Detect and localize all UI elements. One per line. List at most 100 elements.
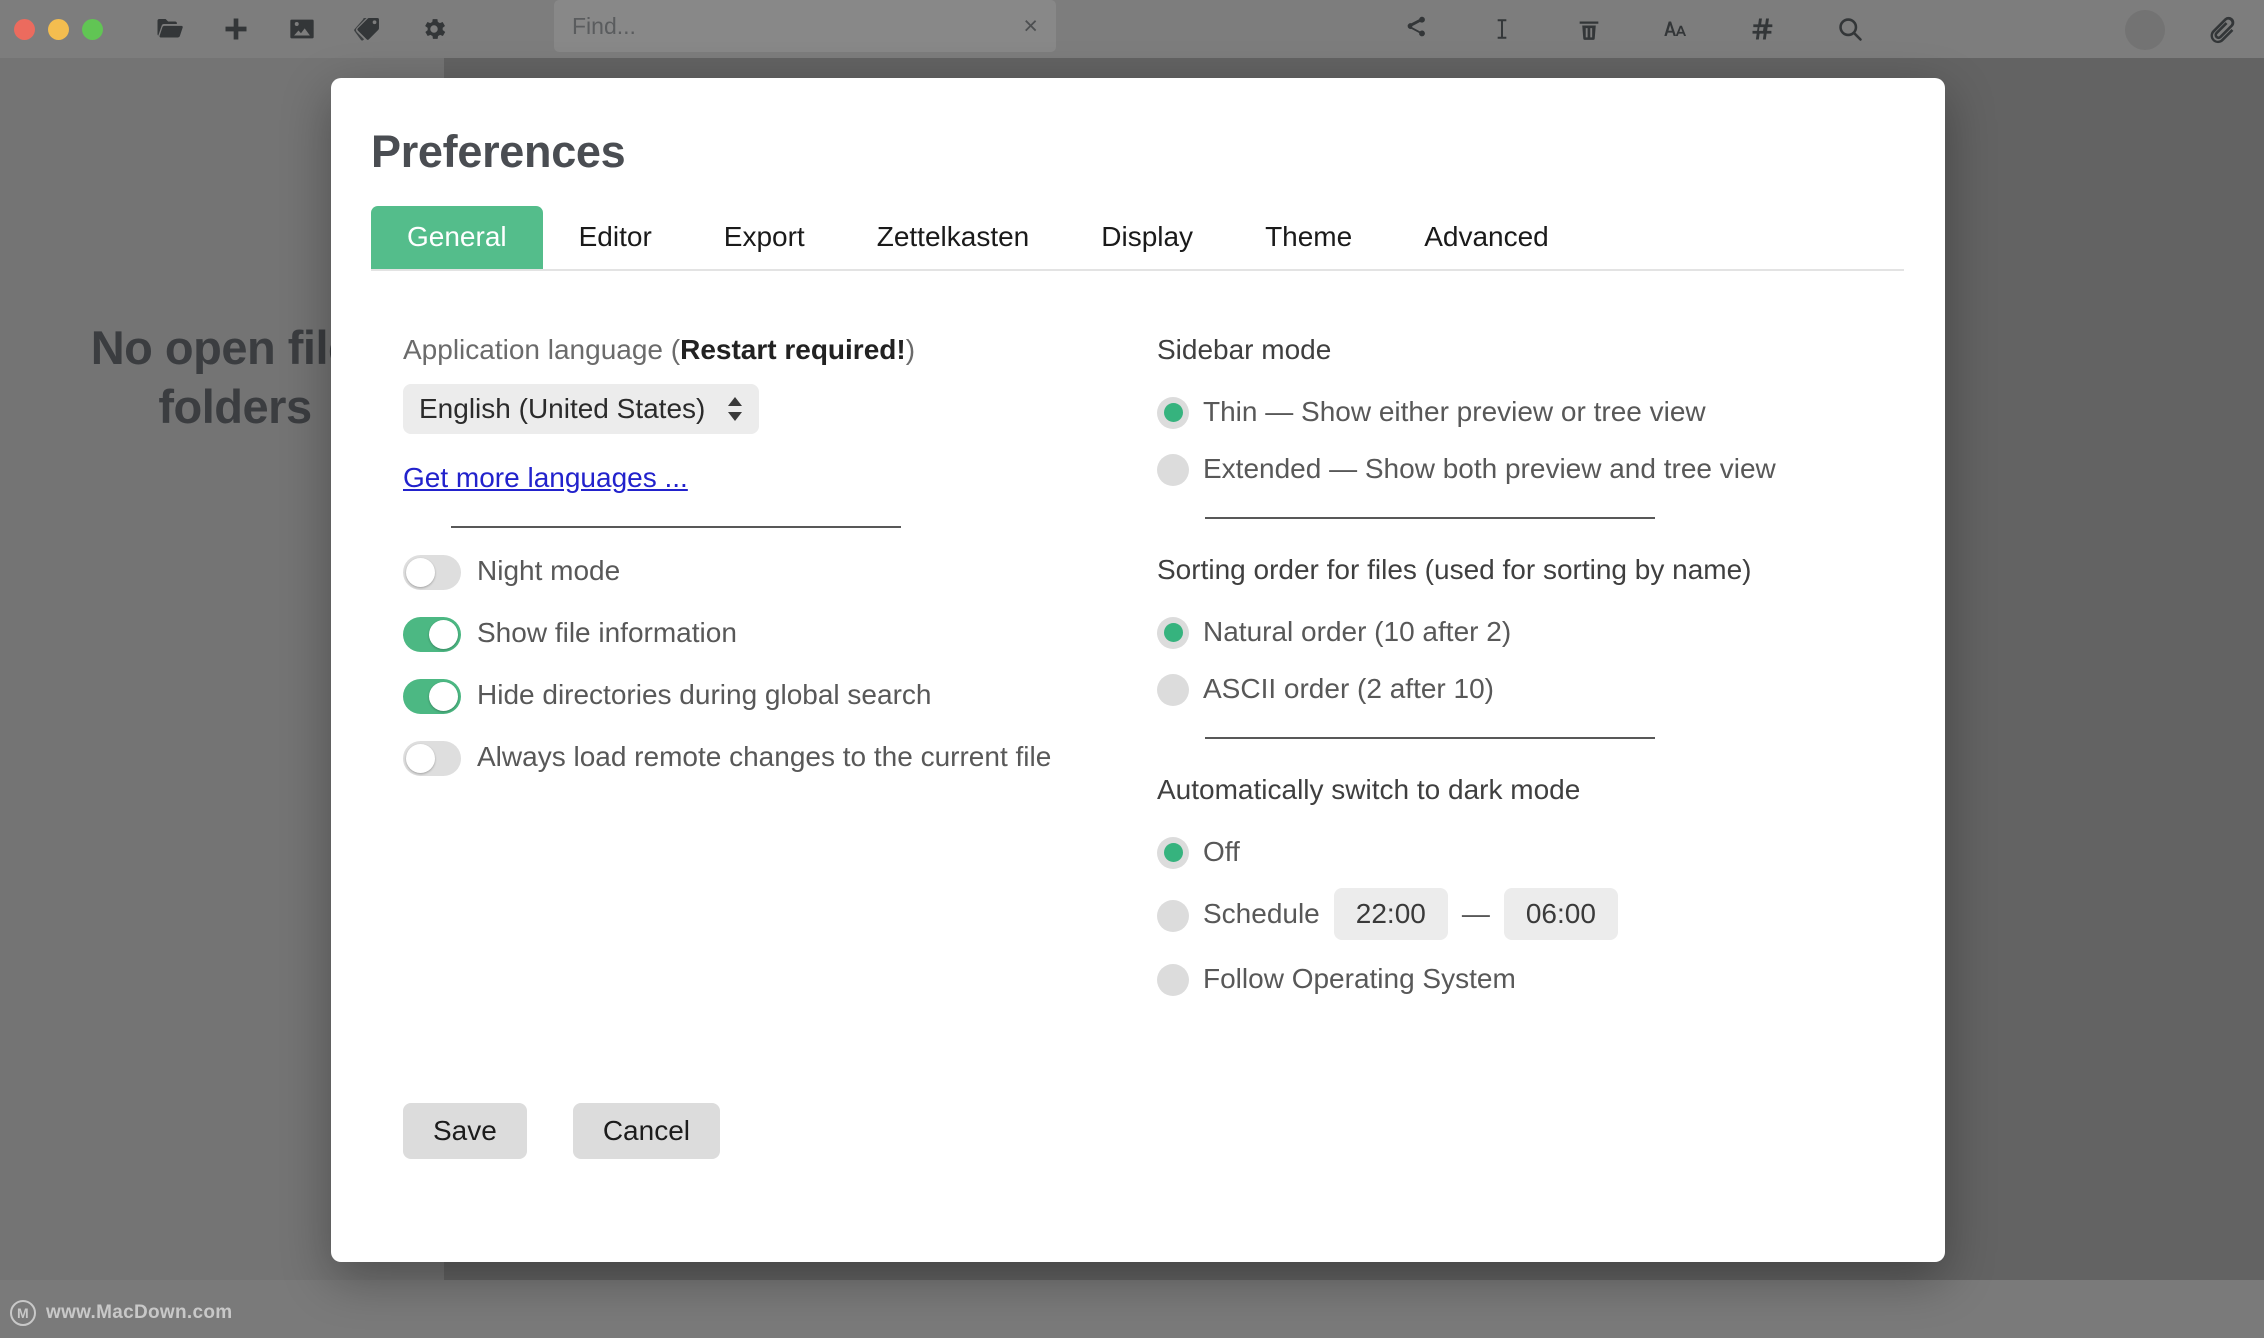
show-file-information-label: Show file information bbox=[477, 616, 737, 648]
sidebar-mode-thin-radio[interactable] bbox=[1157, 396, 1189, 429]
ascii-order-label: ASCII order (2 after 10) bbox=[1203, 672, 1495, 704]
find-input-placeholder: Find... bbox=[572, 12, 636, 39]
dark-mode-schedule-radio[interactable] bbox=[1157, 899, 1189, 932]
search-icon[interactable] bbox=[1835, 14, 1865, 44]
radio-dot bbox=[1163, 843, 1183, 863]
radio-dot bbox=[1163, 623, 1183, 643]
toggle-knob bbox=[406, 557, 435, 587]
share-icon[interactable] bbox=[1400, 14, 1430, 44]
tab-general[interactable]: General bbox=[371, 206, 543, 269]
hashtag-icon[interactable] bbox=[1748, 14, 1778, 44]
watermark-text: www.MacDown.com bbox=[46, 1302, 233, 1323]
close-icon[interactable]: × bbox=[1023, 13, 1038, 39]
show-file-information-toggle[interactable] bbox=[403, 616, 461, 652]
night-mode-toggle[interactable] bbox=[403, 554, 461, 590]
dark-mode-off-radio[interactable] bbox=[1157, 836, 1189, 869]
dark-mode-follow-os-label: Follow Operating System bbox=[1203, 962, 1516, 994]
macdown-logo-icon: M bbox=[10, 1300, 36, 1326]
divider bbox=[451, 525, 901, 528]
font-size-icon[interactable] bbox=[1661, 14, 1691, 44]
toggle-row-hide-directories[interactable]: Hide directories during global search bbox=[403, 676, 1133, 714]
divider bbox=[1205, 517, 1655, 520]
tab-zettelkasten[interactable]: Zettelkasten bbox=[841, 206, 1066, 269]
radio-row-dark-mode-follow-os[interactable]: Follow Operating System bbox=[1157, 960, 1893, 997]
chevron-updown-icon bbox=[727, 396, 743, 421]
dark-mode-schedule-label: Schedule bbox=[1203, 898, 1320, 930]
preferences-content: Application language (Restart required!)… bbox=[371, 333, 1905, 997]
trash-icon[interactable] bbox=[1574, 14, 1604, 44]
toggle-row-show-file-information[interactable]: Show file information bbox=[403, 614, 1133, 652]
application-window: Find... × No open files folders M www.Ma… bbox=[0, 0, 2264, 1338]
dark-mode-off-label: Off bbox=[1203, 835, 1240, 867]
radio-row-dark-mode-schedule[interactable]: Schedule 22:00 — 06:00 bbox=[1157, 887, 1893, 940]
dialog-footer: Save Cancel bbox=[403, 1103, 720, 1159]
always-load-remote-toggle[interactable] bbox=[403, 740, 461, 776]
minimize-window-button[interactable] bbox=[48, 18, 69, 40]
window-controls bbox=[14, 18, 103, 40]
schedule-start-input[interactable]: 22:00 bbox=[1333, 887, 1448, 940]
sorting-order-heading: Sorting order for files (used for sortin… bbox=[1157, 554, 1752, 586]
always-load-remote-label: Always load remote changes to the curren… bbox=[477, 740, 1052, 772]
dark-mode-heading: Automatically switch to dark mode bbox=[1157, 774, 1581, 806]
toggle-row-night-mode[interactable]: Night mode bbox=[403, 552, 1133, 590]
application-language-label-suffix: ) bbox=[905, 334, 916, 365]
close-window-button[interactable] bbox=[14, 18, 35, 40]
radio-row-dark-mode-off[interactable]: Off bbox=[1157, 833, 1893, 870]
general-left-column: Application language (Restart required!)… bbox=[371, 333, 1133, 997]
application-language-select[interactable]: English (United States) bbox=[403, 383, 760, 434]
radio-dot bbox=[1164, 970, 1183, 989]
hide-directories-label: Hide directories during global search bbox=[477, 678, 932, 710]
folder-open-icon[interactable] bbox=[155, 14, 185, 44]
radio-dot bbox=[1164, 906, 1183, 925]
tab-advanced[interactable]: Advanced bbox=[1388, 206, 1585, 269]
cancel-button[interactable]: Cancel bbox=[572, 1103, 720, 1159]
preferences-dialog: Preferences General Editor Export Zettel… bbox=[331, 78, 1945, 1262]
sidebar-mode-extended-radio[interactable] bbox=[1157, 453, 1189, 486]
schedule-separator: — bbox=[1461, 897, 1490, 929]
natural-order-label: Natural order (10 after 2) bbox=[1203, 615, 1512, 647]
toggle-knob bbox=[406, 743, 435, 773]
text-cursor-icon[interactable] bbox=[1487, 14, 1517, 44]
sidebar-mode-thin-label: Thin — Show either preview or tree view bbox=[1203, 395, 1706, 427]
application-language-label-prefix: Application language ( bbox=[403, 334, 681, 365]
sidebar-mode-heading: Sidebar mode bbox=[1157, 334, 1332, 365]
toggle-knob bbox=[429, 619, 458, 649]
ascii-order-radio[interactable] bbox=[1157, 673, 1189, 706]
restart-required-note: Restart required! bbox=[680, 334, 906, 365]
application-language-value: English (United States) bbox=[419, 392, 706, 424]
natural-order-radio[interactable] bbox=[1157, 616, 1189, 649]
tag-icon[interactable] bbox=[353, 14, 383, 44]
hide-directories-toggle[interactable] bbox=[403, 678, 461, 714]
maximize-window-button[interactable] bbox=[82, 18, 103, 40]
radio-row-ascii-order[interactable]: ASCII order (2 after 10) bbox=[1157, 670, 1893, 707]
paperclip-icon[interactable] bbox=[2206, 13, 2238, 45]
find-input[interactable]: Find... × bbox=[554, 0, 1056, 52]
night-mode-label: Night mode bbox=[477, 554, 621, 586]
save-button[interactable]: Save bbox=[403, 1103, 527, 1159]
application-language-label: Application language (Restart required!) bbox=[403, 333, 1133, 367]
sidebar-mode-extended-label: Extended — Show both preview and tree vi… bbox=[1203, 452, 1776, 484]
gear-icon[interactable] bbox=[419, 14, 449, 44]
radio-dot bbox=[1164, 460, 1183, 479]
radio-dot bbox=[1164, 680, 1183, 699]
dark-mode-follow-os-radio[interactable] bbox=[1157, 963, 1189, 996]
plus-icon[interactable] bbox=[221, 14, 251, 44]
tab-editor[interactable]: Editor bbox=[543, 206, 688, 269]
toggle-row-always-load-remote[interactable]: Always load remote changes to the curren… bbox=[403, 738, 1133, 776]
schedule-end-input[interactable]: 06:00 bbox=[1503, 887, 1618, 940]
image-icon[interactable] bbox=[287, 14, 317, 44]
tab-theme[interactable]: Theme bbox=[1229, 206, 1388, 269]
tab-display[interactable]: Display bbox=[1065, 206, 1229, 269]
watermark: M www.MacDown.com bbox=[10, 1300, 232, 1326]
tab-export[interactable]: Export bbox=[688, 206, 841, 269]
avatar[interactable] bbox=[2125, 10, 2165, 50]
preferences-tablist: General Editor Export Zettelkasten Displ… bbox=[371, 206, 1904, 271]
radio-row-natural-order[interactable]: Natural order (10 after 2) bbox=[1157, 613, 1893, 650]
radio-dot bbox=[1163, 403, 1183, 423]
page-title: Preferences bbox=[371, 126, 626, 177]
general-right-column: Sidebar mode Thin — Show either preview … bbox=[1133, 333, 1893, 997]
toolbar-left-group bbox=[155, 14, 449, 44]
radio-row-sidebar-thin[interactable]: Thin — Show either preview or tree view bbox=[1157, 393, 1893, 430]
get-more-languages-link[interactable]: Get more languages ... bbox=[403, 462, 1133, 494]
radio-row-sidebar-extended[interactable]: Extended — Show both preview and tree vi… bbox=[1157, 450, 1893, 487]
